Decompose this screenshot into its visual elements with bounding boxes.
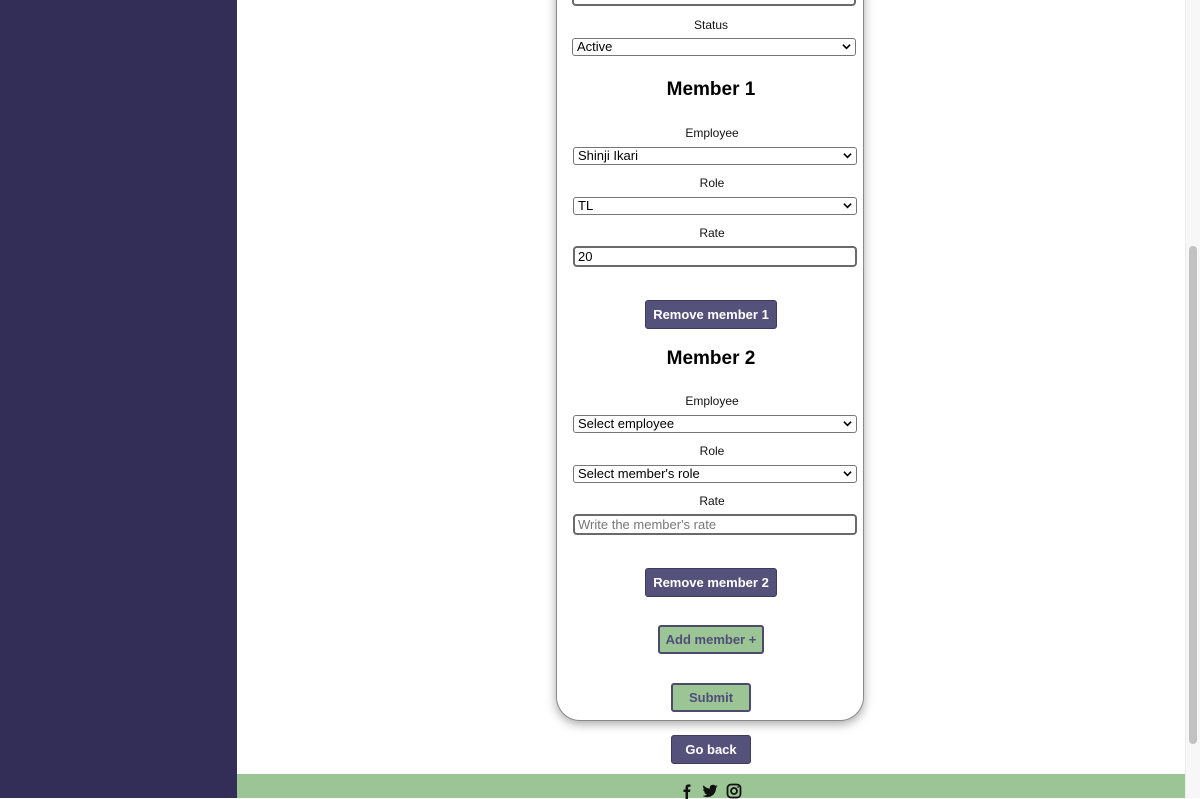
- twitter-icon[interactable]: [702, 783, 718, 799]
- member-2-role-label: Role: [699, 444, 725, 458]
- member-2-employee-label: Employee: [685, 394, 739, 408]
- status-select-value: Active: [577, 39, 613, 54]
- facebook-icon[interactable]: [679, 783, 695, 799]
- chevron-down-icon: [843, 421, 852, 427]
- remove-member-1-button[interactable]: Remove member 1: [645, 300, 777, 329]
- status-label: Status: [693, 18, 729, 32]
- chevron-down-icon: [843, 471, 852, 477]
- chevron-down-icon: [843, 203, 852, 209]
- remove-member-2-button[interactable]: Remove member 2: [645, 568, 777, 597]
- status-select[interactable]: Active: [572, 38, 856, 56]
- member-1-role-label: Role: [699, 176, 725, 190]
- instagram-icon[interactable]: [726, 783, 742, 799]
- member-1-employee-label: Employee: [685, 126, 739, 140]
- chevron-down-icon: [843, 153, 852, 159]
- member-2-role-select[interactable]: Select member's role: [573, 465, 857, 483]
- go-back-button[interactable]: Go back: [671, 735, 751, 764]
- sidebar: [0, 0, 237, 798]
- add-member-button[interactable]: Add member +: [658, 625, 764, 654]
- member-1-employee-value: Shinji Ikari: [578, 148, 638, 163]
- member-1-role-value: TL: [578, 198, 594, 213]
- member-2-employee-value: Select employee: [578, 416, 675, 431]
- member-2-role-value: Select member's role: [578, 466, 700, 481]
- member-1-rate-label: Rate: [699, 226, 725, 240]
- member-2-rate-input[interactable]: Write the member's rate: [573, 514, 857, 535]
- member-1-rate-input[interactable]: 20: [573, 246, 857, 267]
- member-2-rate-label: Rate: [699, 494, 725, 508]
- submit-button[interactable]: Submit: [671, 683, 751, 712]
- member-2-heading: Member 2: [666, 348, 756, 369]
- previous-field-input[interactable]: [572, 0, 856, 6]
- scrollbar-thumb[interactable]: [1189, 246, 1197, 744]
- member-1-heading: Member 1: [666, 79, 756, 100]
- footer: [237, 774, 1185, 799]
- member-1-role-select[interactable]: TL: [573, 197, 857, 215]
- chevron-down-icon: [842, 44, 851, 50]
- member-2-employee-select[interactable]: Select employee: [573, 415, 857, 433]
- member-1-employee-select[interactable]: Shinji Ikari: [573, 147, 857, 165]
- scrollbar[interactable]: [1185, 0, 1200, 798]
